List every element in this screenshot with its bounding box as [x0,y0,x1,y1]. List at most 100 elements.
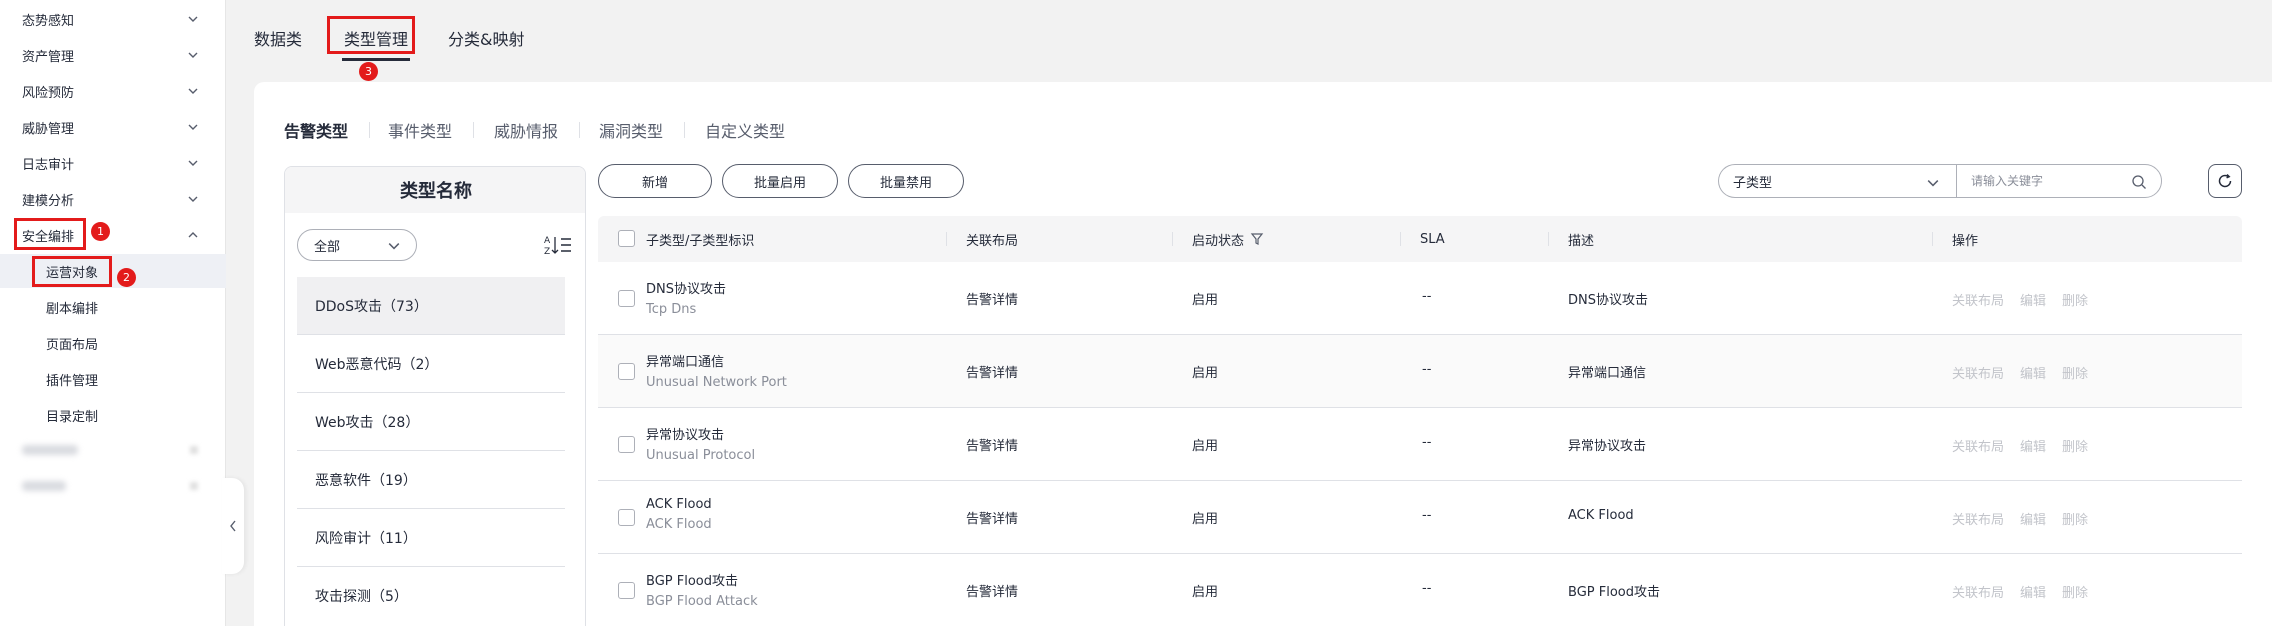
row-checkbox[interactable] [618,509,635,526]
layout-cell: 告警详情 [966,366,1019,381]
sidebar-collapse-button[interactable] [222,478,244,574]
annotation-badge-1: 1 [91,222,110,241]
delete-action[interactable]: 删除 [2062,509,2088,528]
delete-action[interactable]: 删除 [2062,290,2088,309]
edit-action[interactable]: 编辑 [2020,582,2046,601]
layout-cell: 告警详情 [966,585,1019,600]
column-header-status-label: 启动状态 [1192,233,1245,249]
column-header-operations: 操作 [1952,233,1979,249]
blurred-sidebar-item [22,481,66,491]
delete-action[interactable]: 删除 [2062,582,2088,601]
filter-icon[interactable] [1250,232,1264,246]
edit-action[interactable]: 编辑 [2020,436,2046,455]
subtab-separator [579,122,580,138]
row-checkbox[interactable] [618,582,635,599]
search-icon[interactable] [2131,174,2147,190]
chevron-down-icon [188,124,198,130]
refresh-button[interactable] [2208,164,2242,198]
link-layout-action[interactable]: 关联布局 [1952,436,2004,455]
chevron-down-icon [188,52,198,58]
chevron-down-icon [188,16,198,22]
table-row: BGP Flood攻击 BGP Flood Attack 告警详情 启用 -- … [598,554,2242,626]
subtype-cell: DNS协议攻击 Tcp Dns [646,278,726,317]
row-checkbox[interactable] [618,436,635,453]
edit-action[interactable]: 编辑 [2020,509,2046,528]
subtype-id: Unusual Protocol [646,448,756,463]
type-list-item[interactable]: Web恶意代码（2） [297,335,565,393]
select-all-checkbox[interactable] [618,230,635,247]
add-button[interactable]: 新增 [598,164,712,198]
subtype-name: 异常协议攻击 [646,428,725,443]
sidebar-subitem-page-layout[interactable]: 页面布局 [0,326,226,360]
sidebar-subitem-plugin-management[interactable]: 插件管理 [0,362,226,396]
sort-az-icon[interactable]: A Z [543,233,573,257]
sidebar-item-risk-prevention[interactable]: 风险预防 [0,74,226,108]
subtab-vulnerability-types[interactable]: 漏洞类型 [599,118,663,142]
status-cell: 启用 [1192,293,1219,308]
sla-cell: -- [1422,362,1432,377]
chevron-down-icon [188,196,198,202]
column-separator [1548,232,1549,246]
link-layout-action[interactable]: 关联布局 [1952,363,2004,382]
batch-enable-button[interactable]: 批量启用 [722,164,838,198]
type-list-item[interactable]: 攻击探测（5） [297,567,565,625]
sla-cell: -- [1422,581,1432,596]
annotation-badge-3: 3 [359,62,378,81]
sidebar-subitem-operation-objects[interactable]: 运营对象 [0,254,226,288]
edit-action[interactable]: 编辑 [2020,290,2046,309]
status-cell: 启用 [1192,439,1219,454]
sidebar-item-log-audit[interactable]: 日志审计 [0,146,226,180]
type-filter-select[interactable]: 全部 [297,229,417,261]
link-layout-action[interactable]: 关联布局 [1952,509,2004,528]
link-layout-action[interactable]: 关联布局 [1952,582,2004,601]
blurred-sidebar-item [22,445,78,455]
content-card: 告警类型 事件类型 威胁情报 漏洞类型 自定义类型 类型名称 全部 A Z DD… [254,82,2272,626]
subtype-cell: ACK Flood ACK Flood [646,497,712,532]
column-separator [1400,232,1401,246]
sidebar-item-situation-awareness[interactable]: 态势感知 [0,2,226,36]
subtype-name: ACK Flood [646,497,712,512]
sidebar-item-security-orchestration[interactable]: 安全编排 [0,218,226,252]
sidebar-item-label: 威胁管理 [22,121,75,137]
type-list-item[interactable]: Web攻击（28） [297,393,565,451]
type-list-item[interactable]: 风险审计（11） [297,509,565,567]
sidebar-item-threat-management[interactable]: 威胁管理 [0,110,226,144]
sidebar-item-label: 建模分析 [22,193,75,209]
batch-disable-button[interactable]: 批量禁用 [848,164,964,198]
subtype-name: 异常端口通信 [646,355,725,370]
subtab-custom-types[interactable]: 自定义类型 [705,118,785,142]
sidebar-subitem-playbook-orchestration[interactable]: 剧本编排 [0,290,226,324]
sidebar-subitem-label: 页面布局 [46,337,99,353]
row-checkbox[interactable] [618,290,635,307]
column-header-subtype: 子类型/子类型标识 [646,233,755,249]
subtype-id: Tcp Dns [646,302,697,317]
tab-data-class[interactable]: 数据类 [254,26,302,50]
subtab-threat-intel[interactable]: 威胁情报 [494,118,558,142]
search-input[interactable] [1971,171,2121,191]
sla-cell: -- [1422,508,1432,523]
delete-action[interactable]: 删除 [2062,436,2088,455]
sidebar-item-modeling-analysis[interactable]: 建模分析 [0,182,226,216]
svg-text:A: A [544,236,551,246]
subtype-name: BGP Flood攻击 [646,574,738,589]
subtype-id: Unusual Network Port [646,375,787,390]
tab-type-management[interactable]: 类型管理 [344,26,408,50]
sidebar-subitem-label: 目录定制 [46,409,99,425]
sidebar-item-asset-management[interactable]: 资产管理 [0,38,226,72]
sla-cell: -- [1422,435,1432,450]
sidebar-subitem-label: 插件管理 [46,373,99,389]
delete-action[interactable]: 删除 [2062,363,2088,382]
subtype-select[interactable]: 子类型 [1718,164,1956,198]
status-cell: 启用 [1192,512,1219,527]
sidebar-subitem-directory-customization[interactable]: 目录定制 [0,398,226,432]
blurred-chevron [190,446,198,454]
type-list-item[interactable]: 恶意软件（19） [297,451,565,509]
type-list-item[interactable]: DDoS攻击（73） [297,277,565,335]
link-layout-action[interactable]: 关联布局 [1952,290,2004,309]
row-checkbox[interactable] [618,363,635,380]
subtab-event-types[interactable]: 事件类型 [388,118,452,142]
subtab-alert-types[interactable]: 告警类型 [284,118,348,142]
edit-action[interactable]: 编辑 [2020,363,2046,382]
tab-classification-mapping[interactable]: 分类&映射 [448,26,524,50]
subtype-cell: BGP Flood攻击 BGP Flood Attack [646,570,758,609]
